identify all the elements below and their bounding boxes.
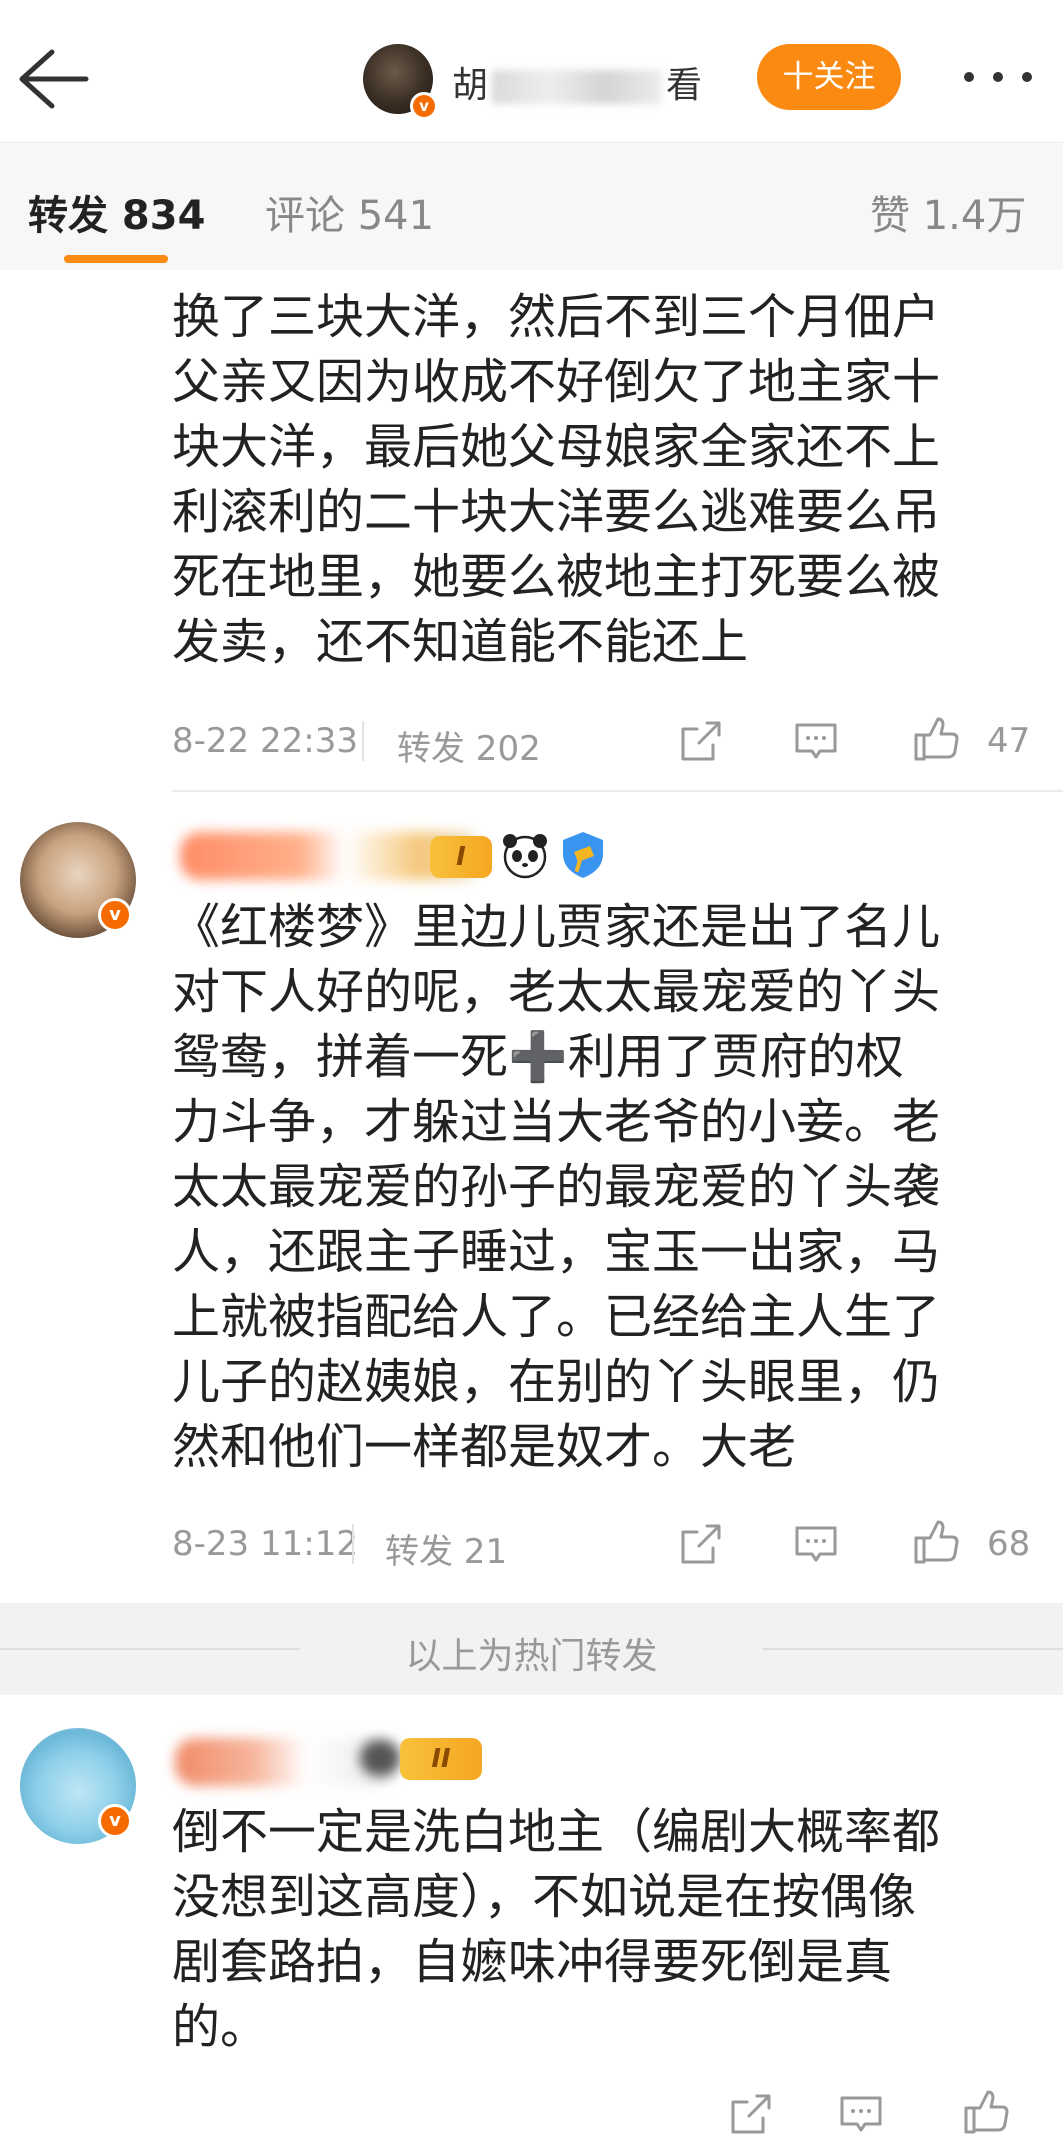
- repost-count[interactable]: 转发 21: [385, 1524, 507, 1573]
- comment-3-meta: [172, 2090, 1042, 2140]
- verified-badge-icon: v: [98, 898, 132, 932]
- follow-button[interactable]: 十关注: [757, 44, 901, 110]
- comment-line: 然和他们一样都是奴才。大老: [172, 1419, 797, 1475]
- comment-line: 太太最宠爱的孙子的最宠爱的丫头袭: [172, 1159, 941, 1215]
- comment-line: 换了三块大洋，然后不到三个月佃户: [172, 289, 941, 345]
- like-icon[interactable]: [912, 1518, 960, 1566]
- comment-line: 对下人好的呢，老太太最宠爱的丫头: [172, 964, 941, 1020]
- share-icon[interactable]: [677, 717, 725, 765]
- divider: [352, 1524, 354, 1564]
- hot-reposts-label: 以上为热门转发: [405, 1636, 658, 1677]
- author-name[interactable]: 胡看: [452, 56, 702, 108]
- share-icon[interactable]: [727, 2090, 775, 2138]
- tab-bar: 转发 834 评论 541 赞 1.4万: [0, 142, 1063, 270]
- divider: [362, 721, 364, 761]
- like-icon[interactable]: [962, 2088, 1010, 2136]
- comment-line: 《红楼梦》里边儿贾家还是出了名儿: [172, 899, 941, 955]
- panda-icon: [500, 830, 550, 880]
- comment-line: 倒不一定是洗白地主（编剧大概率都: [172, 1804, 941, 1860]
- comment-line: 的。: [172, 1999, 269, 2055]
- vip-level-badge: I: [430, 836, 492, 878]
- author-name-start: 胡: [452, 65, 489, 106]
- comment-3-text: 倒不一定是洗白地主（编剧大概率都 没想到这高度），不如说是在按偶像 剧套路拍，自…: [172, 1800, 1002, 2060]
- top-nav-bar: v 胡看 十关注: [0, 0, 1063, 142]
- blurred-crown: [360, 1740, 400, 1776]
- tab-likes[interactable]: 赞 1.4万: [870, 183, 1026, 241]
- blurred-name-mask: [492, 70, 663, 104]
- comment-icon[interactable]: [792, 717, 840, 765]
- comment-line: 上就被指配给人了。已经给主人生了: [172, 1289, 941, 1345]
- like-count: 68: [987, 1524, 1031, 1564]
- comment-time: 8-22 22:33: [172, 721, 358, 761]
- more-options-icon[interactable]: [958, 56, 1038, 96]
- shield-icon: [560, 830, 606, 880]
- comment-divider: [172, 790, 1063, 792]
- verified-badge-icon: v: [98, 1804, 132, 1838]
- comment-line: 儿子的赵姨娘，在别的丫头眼里，仍: [172, 1354, 941, 1410]
- comment-line: 鸳鸯，拼着一死➕利用了贾府的权: [172, 1029, 904, 1085]
- comment-time: 8-23 11:12: [172, 1524, 358, 1564]
- share-icon[interactable]: [677, 1520, 725, 1568]
- comment-icon[interactable]: [837, 2090, 885, 2138]
- repost-count[interactable]: 转发 202: [397, 721, 541, 770]
- vip-level-badge: II: [400, 1738, 482, 1780]
- comment-2-text: 《红楼梦》里边儿贾家还是出了名儿 对下人好的呢，老太太最宠爱的丫头 鸳鸯，拼着一…: [172, 895, 1002, 1480]
- comment-line: 利滚利的二十块大洋要么逃难要么吊: [172, 484, 941, 540]
- comment-icon[interactable]: [792, 1520, 840, 1568]
- tab-reposts[interactable]: 转发 834: [28, 183, 205, 241]
- comment-line: 发卖，还不知道能不能还上: [172, 614, 749, 670]
- hot-reposts-separator: 以上为热门转发: [0, 1603, 1063, 1695]
- comment-line: 块大洋，最后她父母娘家全家还不上: [172, 419, 941, 475]
- like-count: 47: [987, 721, 1031, 761]
- comment-line: 父亲又因为收成不好倒欠了地主家十: [172, 354, 941, 410]
- comment-line: 没想到这高度），不如说是在按偶像: [172, 1869, 917, 1925]
- comment-line: 人，还跟主子睡过，宝玉一出家，马: [172, 1224, 941, 1280]
- comment-line: 力斗争，才躲过当大老爷的小妾。老: [172, 1094, 941, 1150]
- comment-line: 死在地里，她要么被地主打死要么被: [172, 549, 941, 605]
- comment-2-meta: 8-23 11:12 转发 21 68: [172, 1518, 1042, 1573]
- tab-comments[interactable]: 评论 541: [265, 183, 434, 241]
- comment-1-meta: 8-22 22:33 转发 202 47: [172, 715, 1042, 770]
- comment-line: 剧套路拍，自嬷味冲得要死倒是真: [172, 1934, 893, 1990]
- like-icon[interactable]: [912, 715, 960, 763]
- author-name-end: 看: [666, 65, 703, 106]
- active-tab-indicator: [64, 255, 168, 263]
- comment-1-text: 换了三块大洋，然后不到三个月佃户 父亲又因为收成不好倒欠了地主家十 块大洋，最后…: [172, 285, 1002, 675]
- back-arrow-icon[interactable]: [14, 44, 90, 114]
- verified-badge-icon: v: [410, 92, 438, 120]
